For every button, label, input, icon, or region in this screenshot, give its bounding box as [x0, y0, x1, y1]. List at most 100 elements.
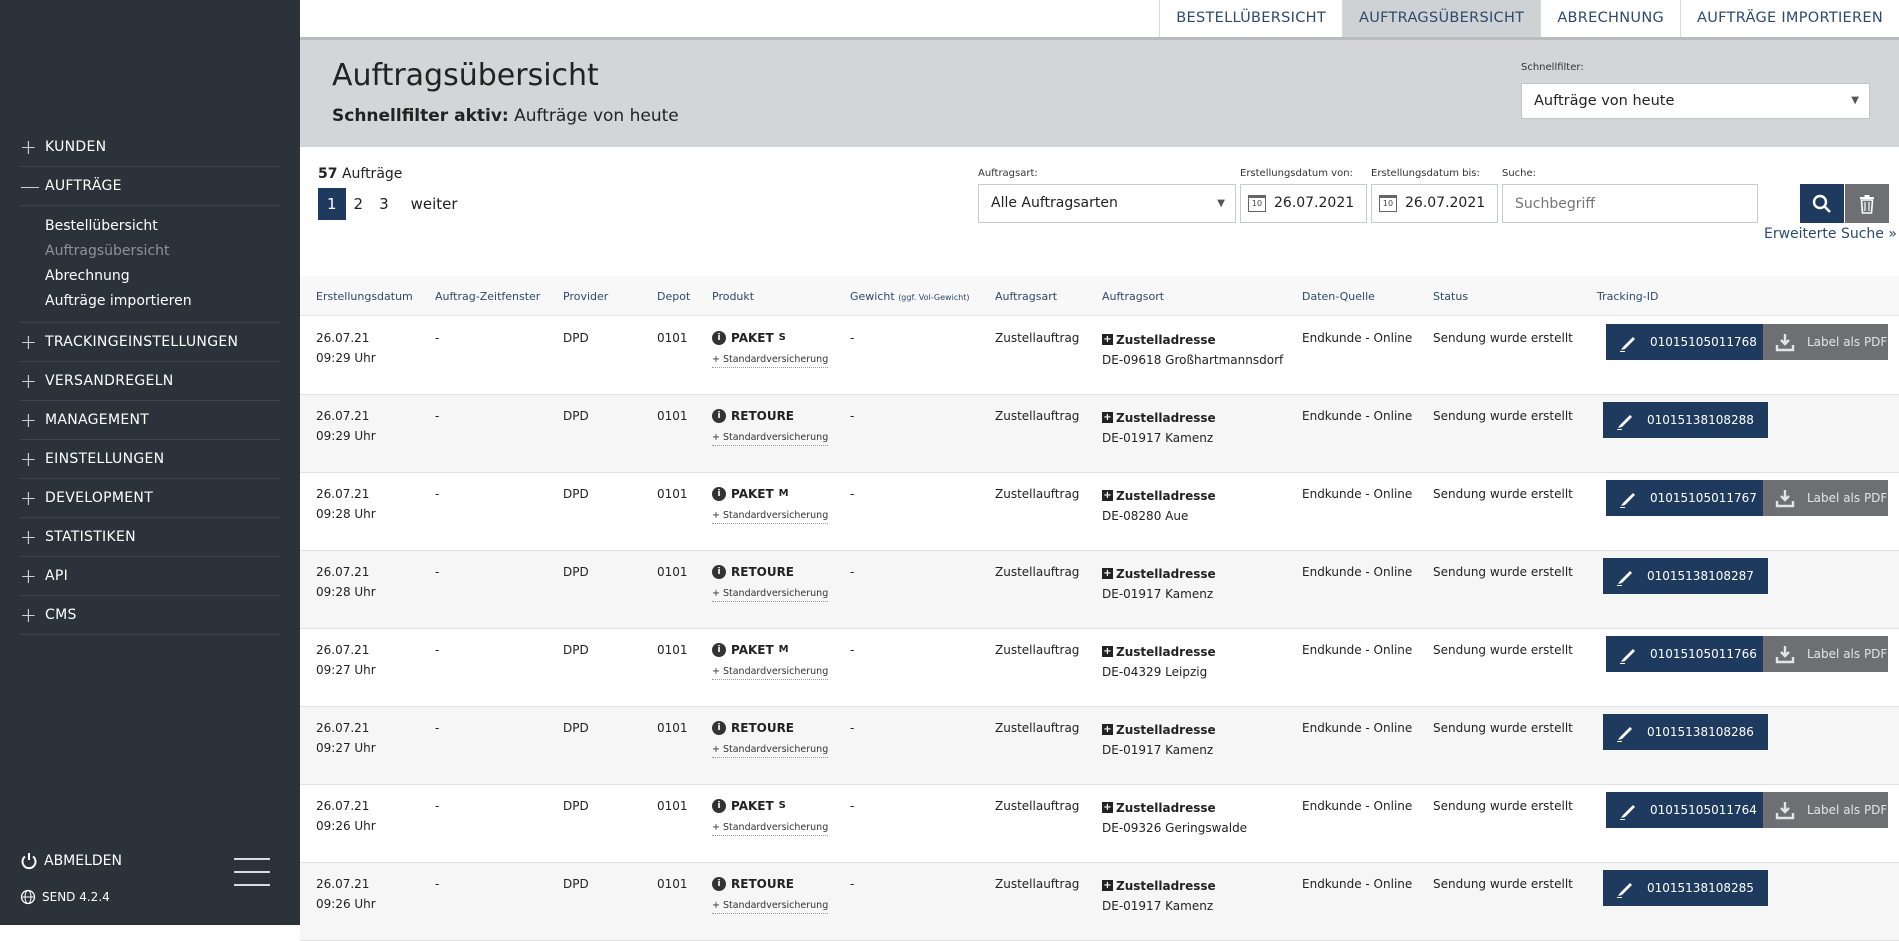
- trash-icon: [1860, 194, 1874, 214]
- info-icon[interactable]: i: [712, 331, 726, 345]
- label-pdf-button[interactable]: Label als PDF: [1763, 324, 1888, 360]
- table-row[interactable]: 26.07.21 09:29 Uhr - DPD 0101 i PAKET S + S…: [300, 317, 1899, 395]
- time-value: 09:29 Uhr: [316, 351, 376, 365]
- sidebar-item-9[interactable]: + CMS: [20, 596, 280, 635]
- label-pdf-button[interactable]: Label als PDF: [1763, 480, 1888, 516]
- place-label[interactable]: + Zustelladresse: [1102, 564, 1216, 584]
- date-value: 26.07.21: [316, 643, 370, 657]
- top-nav-tab[interactable]: ABRECHNUNG: [1540, 0, 1680, 37]
- sidebar-item-3[interactable]: + VERSANDREGELN: [20, 362, 280, 401]
- sidebar-item-0[interactable]: + KUNDEN: [20, 128, 280, 167]
- next-page-link[interactable]: weiter: [403, 188, 466, 220]
- sidebar-item-6[interactable]: + DEVELOPMENT: [20, 479, 280, 518]
- col-zeitfenster[interactable]: Auftrag-Zeitfenster: [435, 290, 540, 303]
- place-label-text: Zustelladresse: [1116, 722, 1216, 737]
- product-name: PAKET: [731, 799, 774, 813]
- top-nav-tab[interactable]: AUFTRAGSÜBERSICHT: [1341, 0, 1541, 37]
- table-row[interactable]: 26.07.21 09:27 Uhr - DPD 0101 i RETOURE + …: [300, 707, 1899, 785]
- col-quelle[interactable]: Daten-Quelle: [1302, 290, 1375, 303]
- pagination: 1 2 3 weiter: [318, 188, 466, 220]
- table-row[interactable]: 26.07.21 09:28 Uhr - DPD 0101 i PAKET M + S…: [300, 473, 1899, 551]
- page-link[interactable]: 1: [318, 188, 346, 220]
- sidebar-item-1[interactable]: — AUFTRÄGE: [20, 167, 280, 206]
- tracking-id-button[interactable]: 01015138108288: [1603, 402, 1768, 438]
- sidebar-subitem[interactable]: Abrechnung: [45, 264, 280, 289]
- search-input[interactable]: [1502, 184, 1758, 223]
- sidebar-item-7[interactable]: + STATISTIKEN: [20, 518, 280, 557]
- col-tracking[interactable]: Tracking-ID: [1597, 290, 1658, 303]
- tracking-id: 01015105011768: [1650, 335, 1757, 349]
- cell-provider: DPD: [563, 799, 589, 813]
- cell-weight: -: [850, 877, 855, 891]
- sidebar-item-label: EINSTELLUNGEN: [45, 451, 165, 467]
- label-pdf-button[interactable]: Label als PDF: [1763, 792, 1888, 828]
- tracking-id-button[interactable]: 01015138108287: [1603, 558, 1768, 594]
- tracking-id-button[interactable]: 01015105011764: [1606, 792, 1771, 828]
- info-icon[interactable]: i: [712, 643, 726, 657]
- col-provider[interactable]: Provider: [563, 290, 608, 303]
- date-to-field[interactable]: 10 26.07.2021: [1371, 184, 1498, 223]
- table-row[interactable]: 26.07.21 09:27 Uhr - DPD 0101 i PAKET M + S…: [300, 629, 1899, 707]
- table-row[interactable]: 26.07.21 09:28 Uhr - DPD 0101 i RETOURE + …: [300, 551, 1899, 629]
- advanced-search-link[interactable]: Erweiterte Suche »: [1764, 226, 1897, 242]
- col-produkt[interactable]: Produkt: [712, 290, 754, 303]
- info-icon[interactable]: i: [712, 721, 726, 735]
- cell-place: + Zustelladresse DE-01917 Kamenz: [1102, 718, 1216, 760]
- place-label[interactable]: + Zustelladresse: [1102, 408, 1216, 428]
- logout-button[interactable]: ABMELDEN: [20, 852, 122, 870]
- sidebar-subitem[interactable]: Auftragsübersicht: [45, 239, 280, 264]
- table-row[interactable]: 26.07.21 09:26 Uhr - DPD 0101 i PAKET S + S…: [300, 785, 1899, 863]
- col-auftragsort[interactable]: Auftragsort: [1102, 290, 1164, 303]
- tracking-id-button[interactable]: 01015105011766: [1606, 636, 1771, 672]
- tracking-id-button[interactable]: 01015105011767: [1606, 480, 1771, 516]
- date-from-field[interactable]: 10 26.07.2021: [1240, 184, 1367, 223]
- cell-source: Endkunde - Online: [1302, 409, 1413, 423]
- page-link[interactable]: 3: [371, 188, 397, 220]
- page-link[interactable]: 2: [346, 188, 372, 220]
- info-icon[interactable]: i: [712, 877, 726, 891]
- label-pdf-button[interactable]: Label als PDF: [1763, 636, 1888, 672]
- auftragsart-select[interactable]: Alle Auftragsarten ▼: [978, 184, 1236, 223]
- place-label[interactable]: + Zustelladresse: [1102, 486, 1216, 506]
- col-depot[interactable]: Depot: [657, 290, 690, 303]
- place-label[interactable]: + Zustelladresse: [1102, 720, 1216, 740]
- edit-icon: [1617, 415, 1632, 430]
- sidebar-item-label: AUFTRÄGE: [45, 178, 122, 194]
- place-label[interactable]: + Zustelladresse: [1102, 330, 1216, 350]
- info-icon[interactable]: i: [712, 409, 726, 423]
- sidebar-item-2[interactable]: + TRACKINGEINSTELLUNGEN: [20, 323, 280, 362]
- sidebar-item-8[interactable]: + API: [20, 557, 280, 596]
- date-value: 26.07.21: [316, 877, 370, 891]
- date-from-value: 26.07.2021: [1274, 195, 1355, 211]
- sidebar-subitem[interactable]: Bestellübersicht: [45, 214, 280, 239]
- top-nav-tab[interactable]: AUFTRÄGE IMPORTIEREN: [1680, 0, 1899, 37]
- label-pdf-text: Label als PDF: [1807, 647, 1888, 661]
- clear-filter-button[interactable]: [1845, 184, 1889, 223]
- tracking-id-button[interactable]: 01015105011768: [1606, 324, 1771, 360]
- col-gewicht[interactable]: Gewicht (ggf. Vol-Gewicht): [850, 290, 970, 303]
- schnellfilter-select[interactable]: Aufträge von heute ▼: [1521, 83, 1870, 119]
- menu-toggle-icon[interactable]: [234, 858, 270, 897]
- col-erstellungsdatum[interactable]: Erstellungsdatum: [316, 290, 413, 303]
- place-label[interactable]: + Zustelladresse: [1102, 642, 1216, 662]
- col-status[interactable]: Status: [1433, 290, 1468, 303]
- info-icon[interactable]: i: [712, 565, 726, 579]
- sidebar-item-5[interactable]: + EINSTELLUNGEN: [20, 440, 280, 479]
- table-row[interactable]: 26.07.21 09:26 Uhr - DPD 0101 i RETOURE + …: [300, 863, 1899, 941]
- sidebar-item-4[interactable]: + MANAGEMENT: [20, 401, 280, 440]
- sidebar-subitem[interactable]: Aufträge importieren: [45, 289, 280, 314]
- table-row[interactable]: 26.07.21 09:29 Uhr - DPD 0101 i RETOURE + …: [300, 395, 1899, 473]
- product-label: i RETOURE: [712, 562, 828, 582]
- place-label-text: Zustelladresse: [1116, 878, 1216, 893]
- tracking-id-button[interactable]: 01015138108286: [1603, 714, 1768, 750]
- tracking-id-button[interactable]: 01015138108285: [1603, 870, 1768, 906]
- edit-icon: [1617, 727, 1632, 742]
- info-icon[interactable]: i: [712, 799, 726, 813]
- top-nav-tab[interactable]: BESTELLÜBERSICHT: [1159, 0, 1342, 37]
- place-label[interactable]: + Zustelladresse: [1102, 876, 1216, 896]
- cell-status: Sendung wurde erstellt: [1433, 565, 1573, 579]
- col-auftragsart[interactable]: Auftragsart: [995, 290, 1057, 303]
- place-label[interactable]: + Zustelladresse: [1102, 798, 1216, 818]
- info-icon[interactable]: i: [712, 487, 726, 501]
- search-button[interactable]: [1800, 184, 1844, 223]
